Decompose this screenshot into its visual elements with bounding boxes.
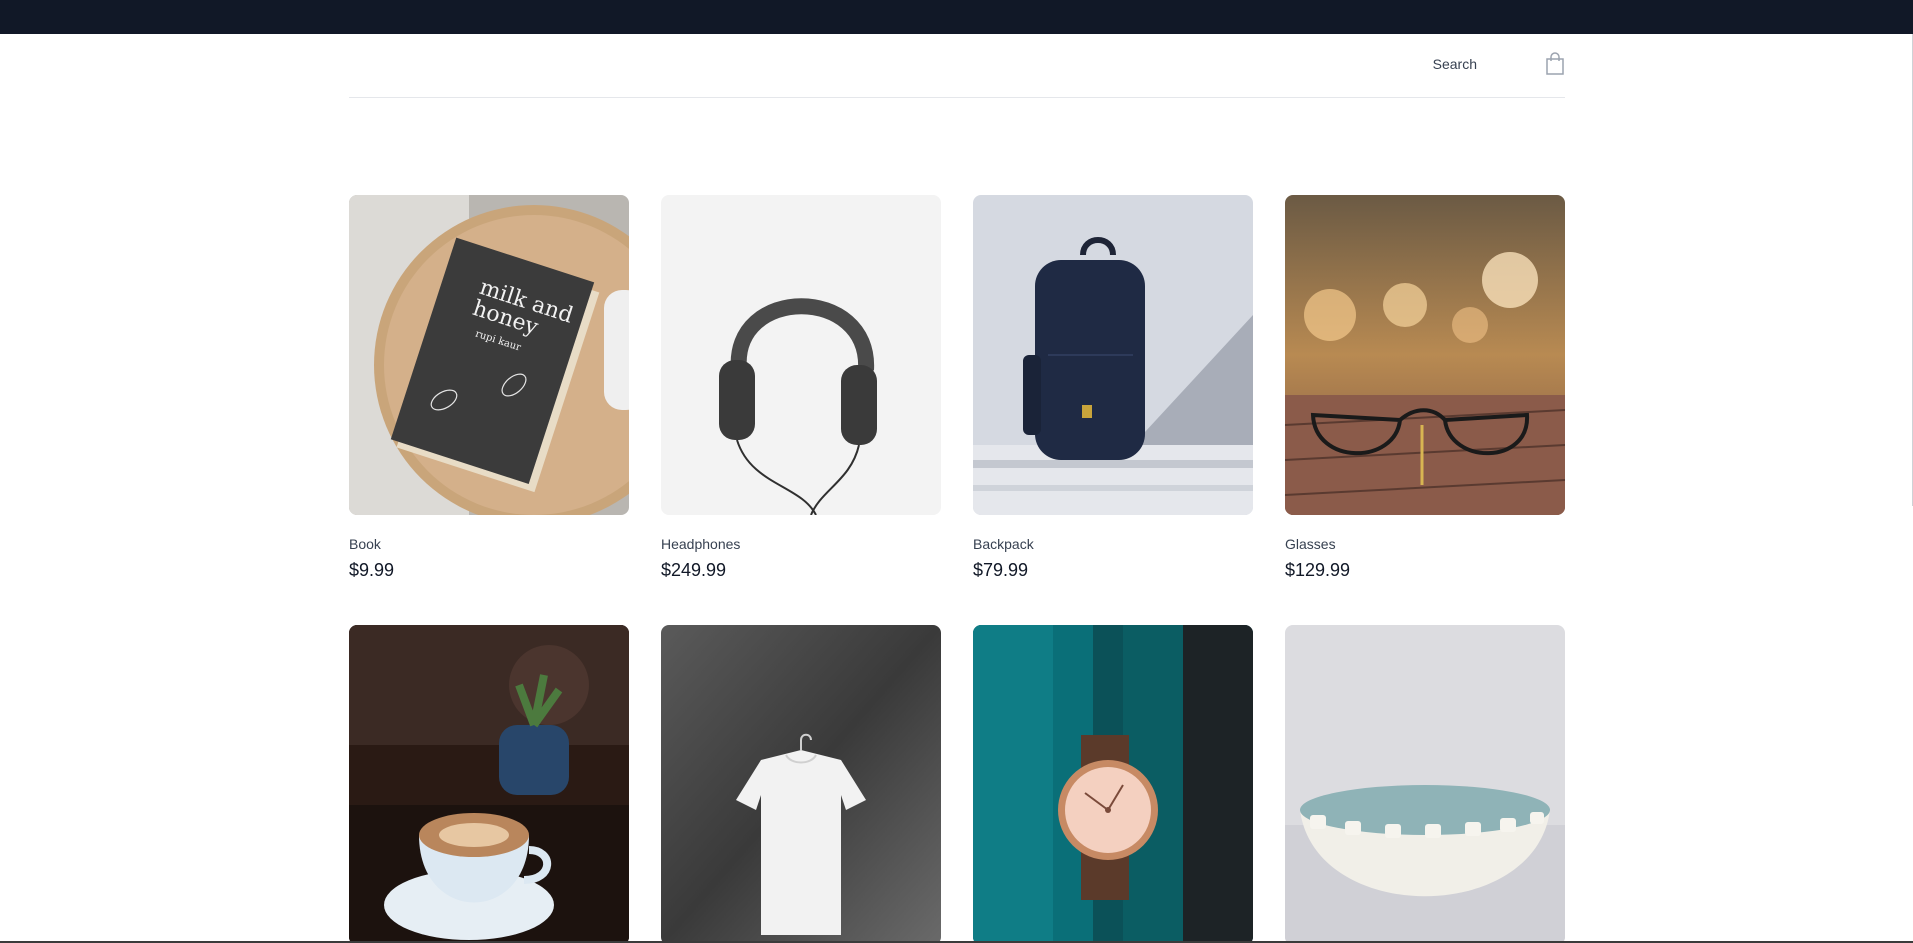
product-image-watch[interactable] bbox=[973, 625, 1253, 943]
product-name: Glasses bbox=[1285, 536, 1336, 552]
product-price: $129.99 bbox=[1285, 560, 1351, 580]
product-image-tshirt[interactable] bbox=[661, 625, 941, 943]
product-card[interactable] bbox=[973, 625, 1253, 943]
product-image-bowl[interactable] bbox=[1285, 625, 1565, 943]
product-price: $249.99 bbox=[661, 560, 727, 580]
product-name: Book bbox=[349, 536, 381, 552]
product-grid: milk and honey rupi kaur Book $9.99 Head… bbox=[349, 195, 1565, 943]
product-image-headphones[interactable] bbox=[661, 195, 941, 515]
product-card[interactable]: milk and honey rupi kaur Book $9.99 bbox=[349, 195, 629, 581]
product-name: Headphones bbox=[661, 536, 741, 552]
site-header: Search bbox=[349, 34, 1565, 98]
product-image-backpack[interactable] bbox=[973, 195, 1253, 515]
shopping-bag-icon[interactable] bbox=[1545, 52, 1565, 76]
product-card[interactable]: Glasses $129.99 bbox=[1285, 195, 1565, 581]
product-name: Backpack bbox=[973, 536, 1034, 552]
top-banner bbox=[0, 0, 1913, 34]
product-price: $79.99 bbox=[973, 560, 1029, 580]
product-price: $9.99 bbox=[349, 560, 395, 580]
search-link[interactable]: Search bbox=[1433, 56, 1477, 72]
product-card[interactable]: Backpack $79.99 bbox=[973, 195, 1253, 581]
product-image-book[interactable]: milk and honey rupi kaur bbox=[349, 195, 629, 515]
product-card[interactable]: Headphones $249.99 bbox=[661, 195, 941, 581]
page-content: Search milk and honey rupi kaur Book $9.… bbox=[0, 34, 1913, 943]
product-image-coffee[interactable] bbox=[349, 625, 629, 943]
product-image-glasses[interactable] bbox=[1285, 195, 1565, 515]
product-card[interactable] bbox=[349, 625, 629, 943]
product-card[interactable] bbox=[1285, 625, 1565, 943]
product-card[interactable] bbox=[661, 625, 941, 943]
